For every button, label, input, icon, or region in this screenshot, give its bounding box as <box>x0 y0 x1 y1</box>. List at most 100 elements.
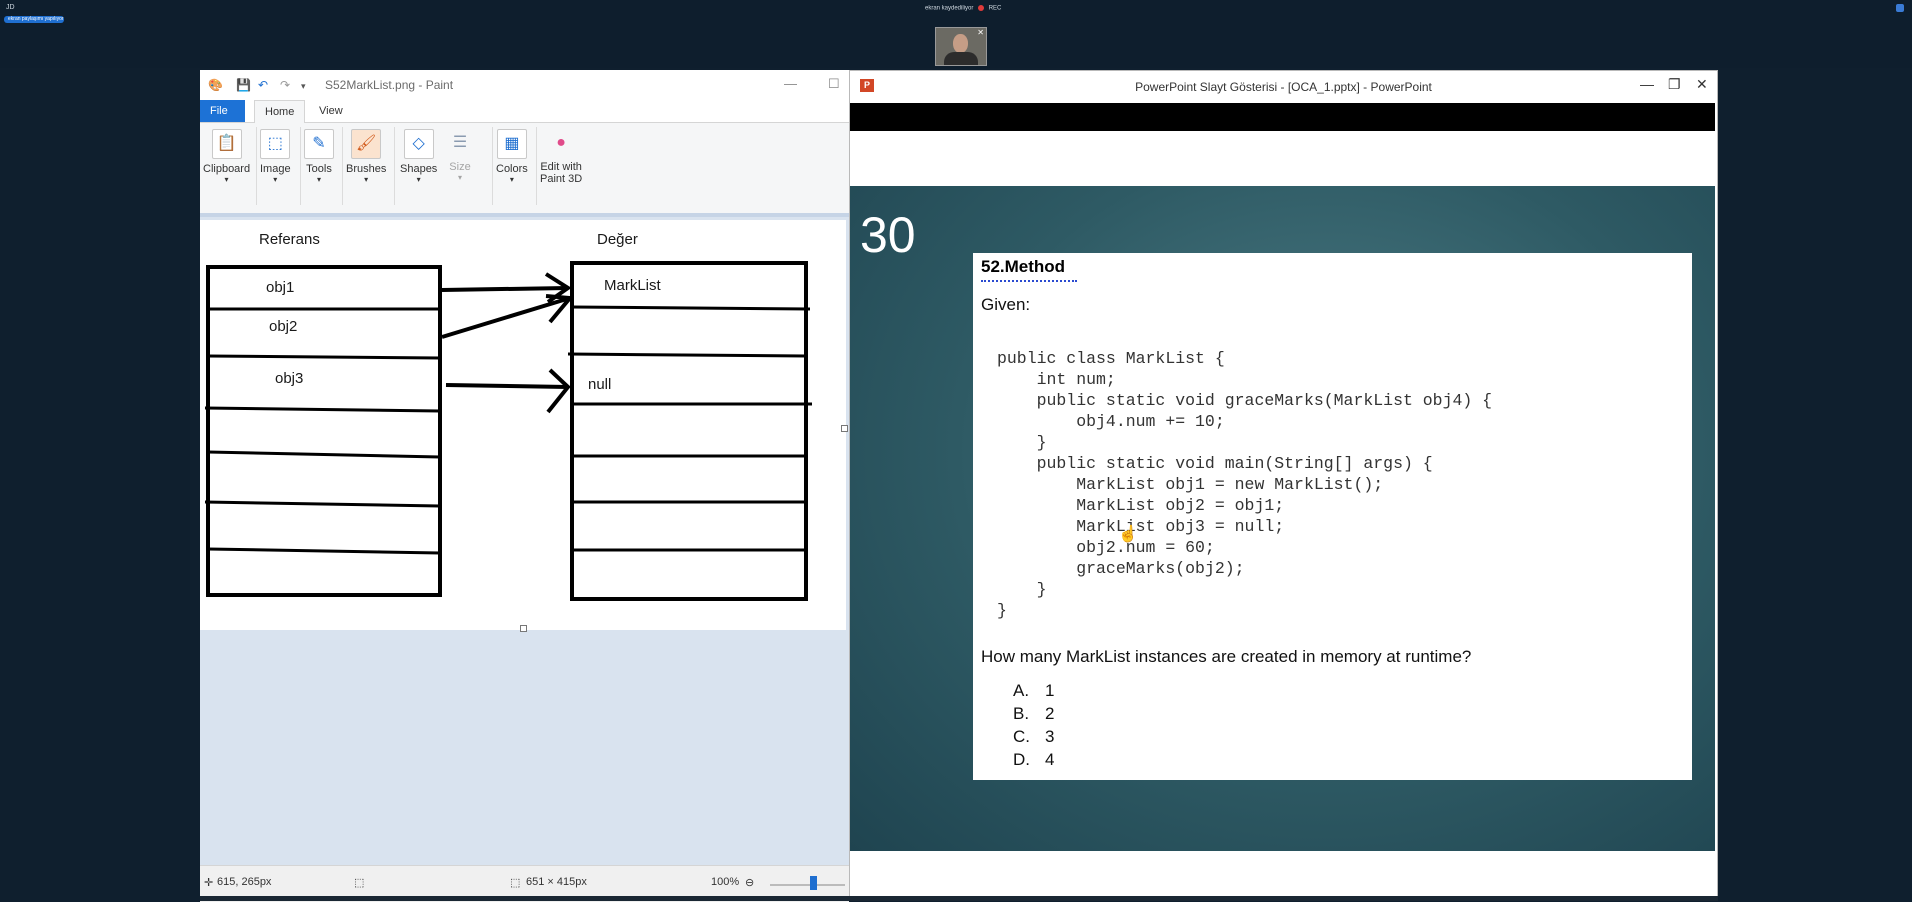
save-icon[interactable]: 💾 <box>236 78 251 92</box>
hand-cursor-icon: ☝ <box>1118 526 1138 543</box>
tab-file[interactable]: File <box>200 100 245 122</box>
tab-home[interactable]: Home <box>254 100 306 123</box>
spellcheck-underline <box>981 277 1077 282</box>
option-letter: B. <box>1013 704 1030 723</box>
brush-icon: 🖌 <box>351 129 382 159</box>
paint-canvas[interactable]: Referans Değer obj1 obj2 obj3 MarkList n… <box>200 220 848 632</box>
recording-indicator: ekran kaydediliyor REC <box>925 5 1001 12</box>
null-value-label: null <box>588 376 612 393</box>
canvas-resize-handle[interactable] <box>841 425 848 432</box>
zoom-slider-track[interactable] <box>770 884 845 886</box>
size-group[interactable]: ☰ Size ▾ <box>446 129 474 182</box>
taskbar-strip <box>200 896 1718 901</box>
recording-text: ekran kaydediliyor <box>925 5 974 12</box>
question-title: 52.Method <box>981 257 1066 276</box>
ribbon-divider <box>536 127 537 205</box>
slideshow-letterbox <box>850 103 1715 131</box>
close-icon[interactable]: ✕ <box>1696 76 1708 93</box>
clipboard-icon: 📋 <box>211 129 242 159</box>
paint-app-icon: 🎨 <box>208 78 223 92</box>
code-line: public class MarkList { <box>997 349 1225 368</box>
slide-area[interactable]: 30 52.Method Given: public class MarkLis… <box>850 186 1715 851</box>
slide-margin <box>850 132 1715 183</box>
slide-number: 30 <box>860 207 916 263</box>
option-letter: D. <box>1013 750 1030 769</box>
obj1-label: obj1 <box>266 279 295 296</box>
answer-option[interactable]: B. 2 <box>1013 704 1054 727</box>
zoom-slider-thumb[interactable] <box>810 876 817 890</box>
given-label: Given: <box>981 295 1031 314</box>
obj3-label: obj3 <box>275 370 304 387</box>
zoom-out-icon[interactable]: ⊖ <box>745 876 754 889</box>
record-dot-icon <box>978 5 985 11</box>
code-line: public static void main(String[] args) { <box>997 454 1433 473</box>
meeting-top-bar: JD ekran paylaşımı yapılıyor ekran kayde… <box>0 0 1912 68</box>
chevron-down-icon: ▾ <box>224 175 229 184</box>
colors-group[interactable]: ▦ Colors ▾ <box>496 129 528 184</box>
chevron-down-icon: ▾ <box>416 175 421 184</box>
colors-label: Colors <box>496 163 528 175</box>
code-line: MarkList obj1 = new MarkList(); <box>997 475 1384 494</box>
image-size: 651 × 415px <box>526 876 587 888</box>
restore-icon[interactable]: ❐ <box>1668 76 1681 93</box>
paint3d-icon: ● <box>556 134 566 151</box>
question-card: 52.Method Given: public class MarkList {… <box>973 253 1692 780</box>
size-label: Size <box>449 161 471 173</box>
option-text: 2 <box>1045 704 1055 723</box>
participants-icon[interactable] <box>1896 4 1904 12</box>
code-line: } <box>997 580 1047 599</box>
paint-titlebar: 🎨 💾 ↶ ↷ ▾ S52MarkList.png - Paint — ☐ <box>200 70 849 100</box>
maximize-icon[interactable]: ☐ <box>828 76 840 92</box>
edit3d-label-line1: Edit with <box>540 161 582 173</box>
shapes-icon: ◇ <box>403 129 434 159</box>
clipboard-group[interactable]: 📋 Clipboard ▾ <box>203 129 250 184</box>
tools-group[interactable]: ✎ Tools ▾ <box>304 129 334 184</box>
canvas-resize-handle[interactable] <box>520 625 527 632</box>
chevron-down-icon: ▾ <box>457 173 462 182</box>
tab-view[interactable]: View <box>309 100 353 122</box>
code-line: obj2.num = 60; <box>997 538 1215 557</box>
undo-icon[interactable]: ↶ <box>258 78 268 92</box>
answer-options: A. 1 B. 2 C. 3 D. 4 <box>1013 681 1054 773</box>
minimize-icon[interactable]: — <box>784 76 797 91</box>
customize-quick-access-icon[interactable]: ▾ <box>301 81 306 92</box>
option-text: 1 <box>1045 681 1055 700</box>
chevron-down-icon: ▾ <box>273 175 278 184</box>
value-column-header: Değer <box>597 231 638 248</box>
code-block: public class MarkList { int num; public … <box>997 348 1492 621</box>
obj2-label: obj2 <box>269 318 298 335</box>
tools-icon: ✎ <box>304 129 334 159</box>
meeting-left-label: JD <box>6 4 15 11</box>
memory-diagram-drawing <box>204 261 812 601</box>
edit-with-paint3d-button[interactable]: ● Edit with Paint 3D <box>540 129 582 185</box>
chevron-down-icon: ▾ <box>509 175 514 184</box>
shapes-group[interactable]: ◇ Shapes ▾ <box>400 129 437 184</box>
paint-ribbon-tabs: File Home View <box>200 100 849 123</box>
code-line: } <box>997 433 1047 452</box>
close-icon[interactable]: ✕ <box>977 28 984 37</box>
brushes-group[interactable]: 🖌 Brushes ▾ <box>346 129 386 184</box>
ribbon-divider <box>394 127 395 205</box>
redo-icon[interactable]: ↷ <box>280 78 290 92</box>
colors-icon: ▦ <box>496 129 527 159</box>
zoom-level: 100% <box>711 876 740 888</box>
question-text: How many MarkList instances are created … <box>981 647 1472 666</box>
answer-option[interactable]: D. 4 <box>1013 750 1054 773</box>
ribbon-divider <box>256 127 257 205</box>
webcam-thumbnail[interactable]: ✕ <box>935 27 987 66</box>
powerpoint-titlebar: P PowerPoint Slayt Gösterisi - [OCA_1.pp… <box>850 71 1717 102</box>
answer-option[interactable]: A. 1 <box>1013 681 1054 704</box>
minimize-icon[interactable]: — <box>1640 76 1654 92</box>
screen-share-pill[interactable]: ekran paylaşımı yapılıyor <box>4 16 64 23</box>
image-group[interactable]: ⬚ Image ▾ <box>260 129 291 184</box>
code-line: } <box>997 601 1007 620</box>
option-text: 4 <box>1045 750 1055 769</box>
powerpoint-window: P PowerPoint Slayt Gösterisi - [OCA_1.pp… <box>849 70 1718 901</box>
image-size-icon: ⬚ <box>510 877 521 889</box>
image-label: Image <box>260 163 291 175</box>
chevron-down-icon: ▾ <box>364 175 369 184</box>
answer-option[interactable]: C. 3 <box>1013 727 1054 750</box>
marklist-object-label: MarkList <box>604 277 661 294</box>
chevron-down-icon: ▾ <box>316 175 321 184</box>
paint-window-title: S52MarkList.png - Paint <box>325 78 454 92</box>
